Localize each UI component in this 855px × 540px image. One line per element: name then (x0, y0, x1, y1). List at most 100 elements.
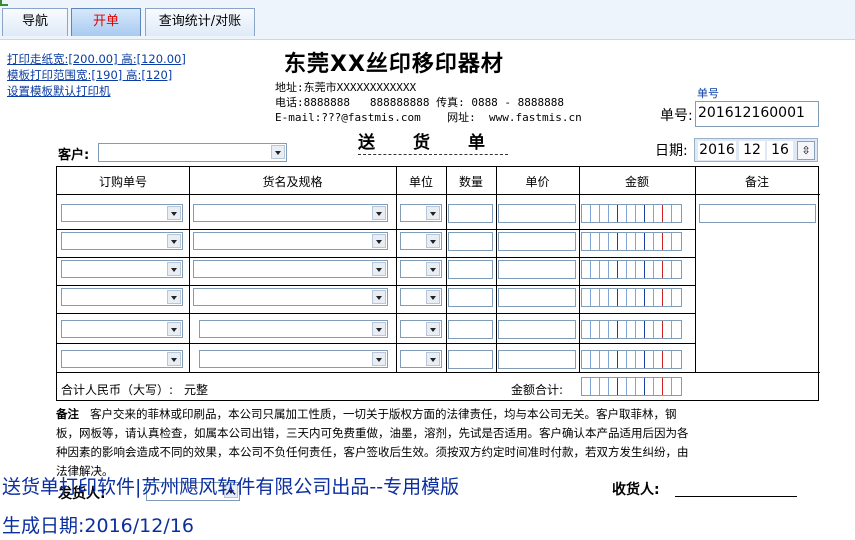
chevron-down-icon[interactable] (167, 322, 181, 336)
amount-digit-divider (662, 289, 663, 306)
col-header-qty: 数量 (458, 175, 483, 189)
customer-select[interactable] (98, 143, 287, 162)
product-select-row-5[interactable] (199, 320, 388, 338)
amount-input-row-3[interactable] (581, 260, 682, 279)
chevron-down-icon[interactable] (271, 145, 285, 159)
product-select-row-6[interactable] (199, 350, 388, 368)
order-no-select-row-5[interactable] (61, 320, 183, 338)
chevron-down-icon[interactable] (372, 262, 386, 276)
total-cn-label: 合计人民币（大写）: (61, 383, 174, 397)
amount-digit-divider (653, 351, 654, 368)
amount-digit-divider (662, 378, 663, 395)
price-input-row-2[interactable] (498, 232, 576, 251)
amount-digit-divider (671, 289, 672, 306)
print-range-link[interactable]: 模板打印范围宽:[190] 高:[120] (7, 67, 172, 83)
amount-input-row-5[interactable] (581, 320, 682, 339)
chevron-down-icon[interactable] (372, 290, 386, 304)
table-column-divider (189, 167, 190, 372)
tab-new-order[interactable]: 开单 (71, 8, 141, 36)
chevron-down-icon[interactable] (167, 290, 181, 304)
product-select-row-2[interactable] (193, 232, 388, 250)
qty-input-row-2[interactable] (448, 232, 493, 251)
unit-select-row-5[interactable] (400, 320, 442, 338)
chevron-down-icon[interactable] (372, 322, 386, 336)
qty-input-row-3[interactable] (448, 260, 493, 279)
default-printer-link[interactable]: 设置模板默认打印机 (7, 83, 111, 99)
paper-size-link[interactable]: 打印走纸宽:[200.00] 高:[120.00] (7, 51, 186, 67)
chevron-down-icon[interactable] (167, 234, 181, 248)
total-amount-input[interactable] (581, 377, 682, 396)
price-input-row-4[interactable] (498, 288, 576, 307)
amount-digit-divider (626, 378, 627, 395)
date-year[interactable]: 2016 (698, 141, 736, 160)
chevron-down-icon[interactable] (372, 206, 386, 220)
unit-select-row-3[interactable] (400, 260, 442, 278)
unit-select-row-2[interactable] (400, 232, 442, 250)
product-select-row-3[interactable] (193, 260, 388, 278)
amount-digit-divider (617, 351, 618, 368)
date-spin-icon[interactable]: ⇳ (797, 141, 815, 160)
price-input-row-5[interactable] (498, 320, 576, 339)
qty-input-row-6[interactable] (448, 350, 493, 369)
order-no-select-row-3[interactable] (61, 260, 183, 278)
amount-digit-divider (590, 289, 591, 306)
table-row-divider (57, 229, 695, 230)
chevron-down-icon[interactable] (426, 234, 440, 248)
product-select-row-4[interactable] (193, 288, 388, 306)
unit-select-row-1[interactable] (400, 204, 442, 222)
chevron-down-icon[interactable] (426, 262, 440, 276)
amount-digit-divider (590, 261, 591, 278)
unit-select-row-4[interactable] (400, 288, 442, 306)
tab-query-stats[interactable]: 查询统计/对账 (145, 8, 255, 36)
document-title: 送货单 (358, 128, 508, 155)
amount-digit-divider (671, 351, 672, 368)
chevron-down-icon[interactable] (426, 352, 440, 366)
order-no-input[interactable]: 201612160001 (695, 101, 819, 127)
amount-digit-divider (635, 289, 636, 306)
tab-navigation[interactable]: 导航 (2, 8, 68, 36)
chevron-down-icon[interactable] (167, 206, 181, 220)
chevron-down-icon[interactable] (426, 322, 440, 336)
col-header-product: 货名及规格 (262, 175, 323, 189)
order-no-select-row-6[interactable] (61, 350, 183, 368)
amount-digit-divider (635, 261, 636, 278)
chevron-down-icon[interactable] (426, 290, 440, 304)
price-input-row-1[interactable] (498, 204, 576, 223)
price-input-row-3[interactable] (498, 260, 576, 279)
amount-digit-divider (626, 289, 627, 306)
amount-digit-divider (635, 233, 636, 250)
amount-input-row-4[interactable] (581, 288, 682, 307)
amount-digit-divider (599, 233, 600, 250)
table-column-divider (695, 167, 696, 372)
chevron-down-icon[interactable] (372, 234, 386, 248)
chevron-down-icon[interactable] (372, 352, 386, 366)
qty-input-row-5[interactable] (448, 320, 493, 339)
order-no-select-row-1[interactable] (61, 204, 183, 222)
amount-digit-divider (599, 321, 600, 338)
amount-input-row-6[interactable] (581, 350, 682, 369)
amount-digit-divider (590, 378, 591, 395)
chevron-down-icon[interactable] (426, 206, 440, 220)
date-day[interactable]: 16 (767, 141, 793, 160)
chevron-down-icon[interactable] (167, 352, 181, 366)
chevron-down-icon[interactable] (167, 262, 181, 276)
product-select-row-1[interactable] (193, 204, 388, 222)
order-no-select-row-2[interactable] (61, 232, 183, 250)
note-block: 备注 客户交来的菲林或印刷品，本公司只属加工性质，一切关于版权方面的法律责任，均… (56, 405, 696, 481)
date-month[interactable]: 12 (739, 141, 765, 160)
table-column-divider (396, 167, 397, 372)
order-no-caption: 单号 (697, 87, 719, 100)
amount-digit-divider (617, 205, 618, 222)
col-header-price: 单价 (525, 175, 550, 189)
qty-input-row-4[interactable] (448, 288, 493, 307)
remark-input[interactable] (699, 204, 816, 223)
unit-select-row-6[interactable] (400, 350, 442, 368)
date-picker[interactable]: 2016 12 16 ⇳ (694, 138, 818, 162)
amount-digit-divider (671, 321, 672, 338)
amount-input-row-1[interactable] (581, 204, 682, 223)
amount-digit-divider (653, 205, 654, 222)
order-no-select-row-4[interactable] (61, 288, 183, 306)
qty-input-row-1[interactable] (448, 204, 493, 223)
price-input-row-6[interactable] (498, 350, 576, 369)
amount-input-row-2[interactable] (581, 232, 682, 251)
